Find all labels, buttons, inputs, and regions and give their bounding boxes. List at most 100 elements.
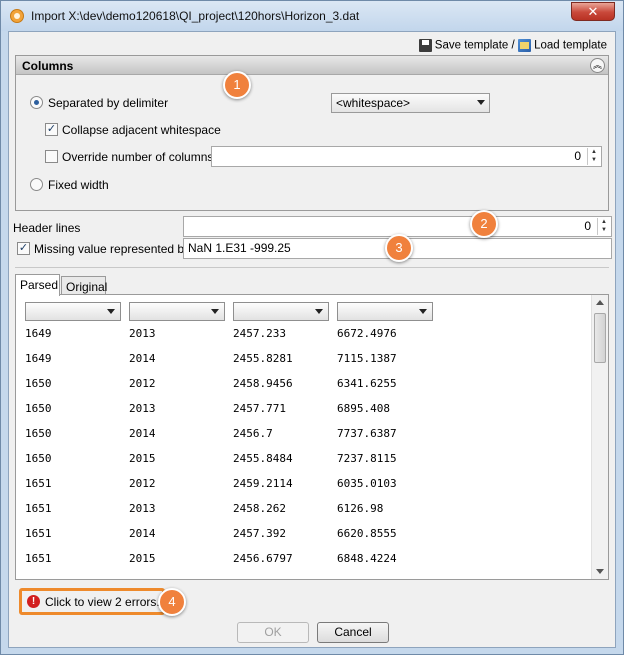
tab-original[interactable]: Original: [61, 276, 107, 296]
table-cell: 2455.8281: [233, 352, 293, 365]
column-type-select-1[interactable]: [25, 302, 121, 321]
error-text: Click to view 2 errors.: [45, 595, 160, 609]
cancel-button[interactable]: Cancel: [317, 622, 389, 643]
table-cell: 2014: [129, 527, 156, 540]
override-columns-value: 0: [574, 149, 581, 163]
dialog-body: Save template / Load template Columns ︽ …: [8, 31, 616, 648]
table-cell: 2458.262: [233, 502, 286, 515]
column-type-select-3[interactable]: [233, 302, 329, 321]
table-cell: 2459.2114: [233, 477, 293, 490]
callout-2: 2: [470, 210, 498, 238]
error-icon: !: [27, 595, 40, 608]
scroll-thumb[interactable]: [594, 313, 606, 363]
template-separator: /: [511, 39, 515, 52]
window-title: Import X:\dev\demo120618\QI_project\120h…: [31, 9, 360, 23]
table-cell: 2012: [129, 377, 156, 390]
table-cell: 1649: [25, 352, 52, 365]
table-cell: 1650: [25, 427, 52, 440]
table-cell: 2012: [129, 477, 156, 490]
column-type-select-4[interactable]: [337, 302, 433, 321]
table-cell: 2457.771: [233, 402, 286, 415]
collapse-chevron-icon[interactable]: ︽: [590, 58, 605, 73]
table-cell: 7237.8115: [337, 452, 397, 465]
section-title: Columns: [22, 59, 74, 73]
vertical-scrollbar[interactable]: [591, 295, 608, 579]
table-cell: 6035.0103: [337, 477, 397, 490]
table-cell: 7737.6387: [337, 427, 397, 440]
template-bar: Save template / Load template: [418, 39, 607, 52]
parsed-table: 1649 2013 2457.233 6672.4976 1649 2014 2455.82…: [15, 294, 609, 580]
ok-button[interactable]: OK: [237, 622, 309, 643]
table-cell: 2013: [129, 327, 156, 340]
chevron-down-icon: [315, 309, 323, 314]
app-icon: [10, 9, 24, 23]
close-button[interactable]: ✕: [571, 2, 615, 21]
chevron-down-icon: [211, 309, 219, 314]
missing-value-checkbox[interactable]: ✓: [17, 242, 30, 255]
delimiter-value: <whitespace>: [336, 96, 411, 110]
save-template-link[interactable]: Save template: [435, 40, 509, 52]
separated-by-delimiter-label: Separated by delimiter: [48, 96, 169, 110]
error-link[interactable]: ! Click to view 2 errors.: [19, 588, 165, 615]
scroll-down-icon[interactable]: [596, 569, 604, 574]
callout-1: 1: [223, 71, 251, 99]
column-type-select-2[interactable]: [129, 302, 225, 321]
collapse-whitespace-checkbox[interactable]: ✓: [45, 123, 58, 136]
separated-by-delimiter-radio[interactable]: [30, 96, 43, 109]
override-columns-spinner[interactable]: ▲ ▼: [587, 148, 600, 165]
table-cell: 2457.392: [233, 527, 286, 540]
title-bar[interactable]: Import X:\dev\demo120618\QI_project\120h…: [1, 1, 623, 31]
save-icon[interactable]: [418, 39, 432, 52]
header-lines-value: 0: [584, 219, 591, 233]
table-cell: 7115.1387: [337, 352, 397, 365]
override-columns-field[interactable]: 0 ▲ ▼: [211, 146, 602, 167]
table-cell: 6848.4224: [337, 552, 397, 565]
tab-parsed[interactable]: Parsed: [15, 274, 60, 296]
table-cell: 6672.4976: [337, 327, 397, 340]
table-cell: 1650: [25, 402, 52, 415]
table-cell: 2015: [129, 552, 156, 565]
table-cell: 1649: [25, 327, 52, 340]
callout-4: 4: [158, 588, 186, 616]
table-cell: 6126.98: [337, 502, 384, 515]
table-cell: 2014: [129, 427, 156, 440]
table-cell: 2456.6797: [233, 552, 293, 565]
chevron-down-icon: [477, 100, 485, 105]
table-cell: 1651: [25, 502, 52, 515]
table-cell: 1651: [25, 527, 52, 540]
load-template-link[interactable]: Load template: [534, 40, 607, 52]
table-cell: 6895.408: [337, 402, 390, 415]
table-cell: 1651: [25, 477, 52, 490]
delimiter-select[interactable]: <whitespace>: [331, 93, 490, 113]
table-cell: 1651: [25, 552, 52, 565]
columns-section-header[interactable]: Columns ︽: [16, 56, 608, 75]
override-columns-checkbox[interactable]: [45, 150, 58, 163]
table-cell: 2013: [129, 502, 156, 515]
table-cell: 2013: [129, 402, 156, 415]
table-cell: 2457.233: [233, 327, 286, 340]
collapse-whitespace-label: Collapse adjacent whitespace: [62, 123, 221, 137]
import-dialog: Import X:\dev\demo120618\QI_project\120h…: [0, 0, 624, 655]
header-lines-label: Header lines: [13, 221, 81, 235]
table-cell: 1650: [25, 377, 52, 390]
table-cell: 2455.8484: [233, 452, 293, 465]
fixed-width-radio[interactable]: [30, 178, 43, 191]
header-lines-spinner[interactable]: ▲ ▼: [597, 218, 610, 235]
chevron-down-icon: [107, 309, 115, 314]
table-cell: 2456.7: [233, 427, 273, 440]
folder-open-icon[interactable]: [517, 39, 531, 52]
columns-section: Columns ︽ Separated by delimiter <whites…: [15, 55, 609, 211]
table-cell: 1650: [25, 452, 52, 465]
table-cell: 2458.9456: [233, 377, 293, 390]
scroll-up-icon[interactable]: [596, 300, 604, 305]
table-cell: 6341.6255: [337, 377, 397, 390]
divider: [15, 267, 609, 268]
table-cell: 6620.8555: [337, 527, 397, 540]
override-columns-label: Override number of columns: [62, 150, 214, 164]
table-cell: 2015: [129, 452, 156, 465]
missing-value-label: Missing value represented by: [34, 242, 191, 256]
fixed-width-label: Fixed width: [48, 178, 109, 192]
callout-3: 3: [385, 234, 413, 262]
chevron-down-icon: [419, 309, 427, 314]
table-cell: 2014: [129, 352, 156, 365]
